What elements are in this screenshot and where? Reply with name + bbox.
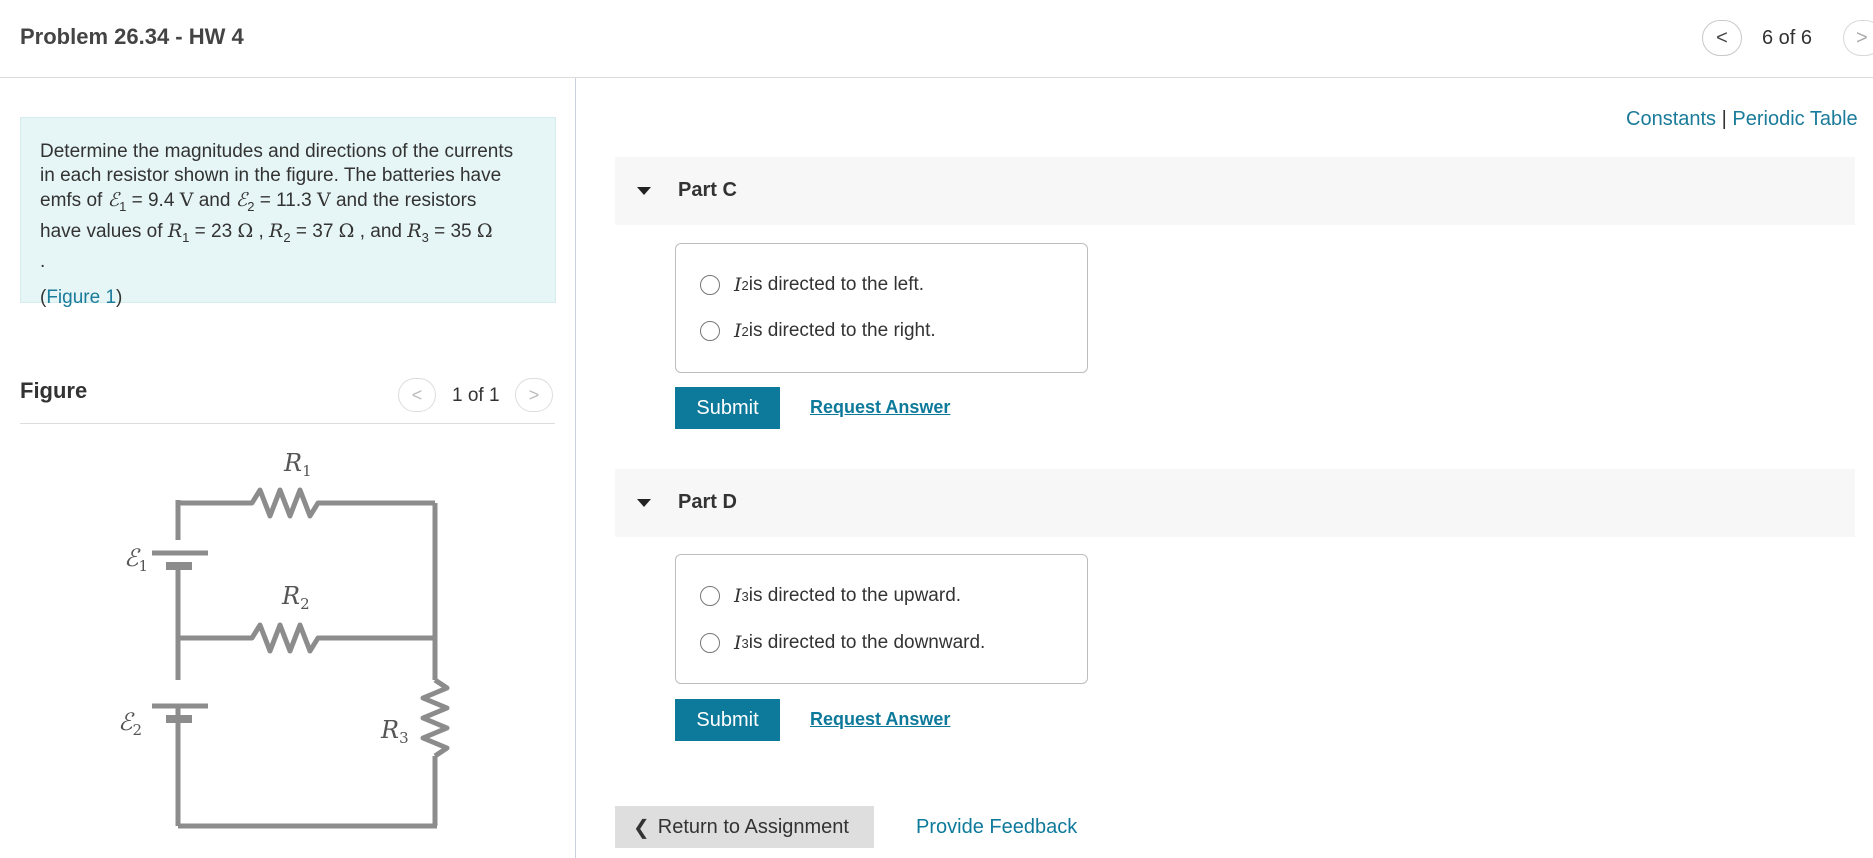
volt-unit-1: V xyxy=(179,189,194,211)
collapse-caret-icon xyxy=(637,499,651,507)
label-e2: ℰ2 xyxy=(118,708,142,739)
periodic-table-link[interactable]: Periodic Table xyxy=(1732,108,1857,130)
part-d-request-answer-link[interactable]: Request Answer xyxy=(810,709,950,730)
chevron-right-icon: > xyxy=(1856,26,1868,49)
r1-value: = 23 xyxy=(189,220,238,242)
emf-1-value: = 9.4 xyxy=(126,190,180,211)
current-symbol: I xyxy=(734,632,742,654)
part-d-header[interactable]: Part D xyxy=(615,469,1855,537)
ohm-unit-2: Ω xyxy=(338,219,355,242)
label-e1: ℰ1 xyxy=(124,544,148,575)
problem-statement: Determine the magnitudes and directions … xyxy=(20,117,556,308)
option-text: is directed to the downward. xyxy=(748,632,986,653)
text-and-1: and xyxy=(193,190,236,211)
reference-links: Constants | Periodic Table xyxy=(1626,108,1858,131)
current-subscript: 3 xyxy=(741,635,749,651)
emf-2-value: = 11.3 xyxy=(254,190,317,211)
ohm-unit-1: Ω xyxy=(237,219,254,242)
current-subscript: 2 xyxy=(741,277,749,293)
text-have-values: have values of xyxy=(40,220,168,242)
links-separator: | xyxy=(1716,108,1733,130)
figure-next-button[interactable]: > xyxy=(515,378,553,412)
figure-prev-button[interactable]: < xyxy=(398,378,436,412)
chevron-left-icon: < xyxy=(411,384,423,405)
chevron-right-icon: > xyxy=(528,384,540,405)
emf-1-symbol: ℰ xyxy=(107,189,120,211)
part-c-label: Part C xyxy=(678,179,737,201)
resistor-r2 xyxy=(178,622,435,654)
figure-divider xyxy=(20,423,555,424)
current-subscript: 2 xyxy=(741,323,749,339)
collapse-caret-icon xyxy=(637,187,651,195)
radio-button[interactable] xyxy=(700,586,720,606)
r1-symbol: R xyxy=(167,219,183,242)
figure-1-link[interactable]: Figure 1 xyxy=(46,287,116,308)
page-title: Problem 26.34 - HW 4 xyxy=(20,24,244,49)
chevron-left-icon: < xyxy=(1716,26,1728,49)
option-text: is directed to the left. xyxy=(748,274,925,295)
problem-line-1: Determine the magnitudes and directions … xyxy=(40,141,514,162)
figure-reference: (Figure 1) xyxy=(40,286,536,310)
text-and-resistors: and the resistors xyxy=(330,190,477,211)
volt-unit-2: V xyxy=(316,189,331,211)
header-bar: Problem 26.34 - HW 4 < 6 of 6 > xyxy=(0,0,1873,78)
current-symbol: I xyxy=(734,320,742,342)
part-c-submit-button[interactable]: Submit xyxy=(675,387,780,429)
part-c-option-left[interactable]: I2 is directed to the left. xyxy=(700,274,924,296)
column-divider xyxy=(575,78,576,858)
resistor-r1 xyxy=(178,487,435,519)
next-problem-button[interactable]: > xyxy=(1843,20,1873,56)
text-emfs-of: emfs of xyxy=(40,190,108,211)
problem-line-4: have values of R1 = 23 Ω , R2 = 37 Ω , a… xyxy=(40,219,536,250)
option-text: is directed to the right. xyxy=(748,320,936,341)
part-c-request-answer-link[interactable]: Request Answer xyxy=(810,397,950,418)
label-r2: R2 xyxy=(281,582,310,613)
provide-feedback-link[interactable]: Provide Feedback xyxy=(916,816,1077,839)
current-subscript: 3 xyxy=(741,588,749,604)
figure-paren-close: ) xyxy=(116,286,123,308)
part-c-header[interactable]: Part C xyxy=(615,157,1855,225)
text-and-2: , and xyxy=(354,220,408,242)
part-d-submit-button[interactable]: Submit xyxy=(675,699,780,741)
r3-value: = 35 xyxy=(428,220,477,242)
circuit-diagram: R1 R2 R3 ℰ1 ℰ2 xyxy=(118,449,450,829)
current-symbol: I xyxy=(734,585,742,607)
prev-problem-button[interactable]: < xyxy=(1702,20,1742,56)
problem-position: 6 of 6 xyxy=(1762,27,1813,49)
figure-heading: Figure xyxy=(20,378,88,403)
problem-period: . xyxy=(40,250,46,272)
r3-subscript: 3 xyxy=(421,229,429,245)
radio-button[interactable] xyxy=(700,321,720,341)
part-c-option-right[interactable]: I2 is directed to the right. xyxy=(700,320,936,342)
resistor-r3 xyxy=(420,677,450,759)
radio-button[interactable] xyxy=(700,275,720,295)
return-label: Return to Assignment xyxy=(657,815,849,838)
text-comma: , xyxy=(253,220,270,242)
option-text: is directed to the upward. xyxy=(748,585,962,606)
label-r3: R3 xyxy=(380,716,409,747)
chevron-left-icon: ❮ xyxy=(633,816,650,839)
problem-line-3: emfs of ℰ1 = 9.4 V and ℰ2 = 11.3 V and t… xyxy=(40,188,536,219)
emf-2-symbol: ℰ xyxy=(235,189,248,211)
radio-button[interactable] xyxy=(700,633,720,653)
part-d-option-upward[interactable]: I3 is directed to the upward. xyxy=(700,585,961,607)
part-d-label: Part D xyxy=(678,491,737,513)
part-d-option-downward[interactable]: I3 is directed to the downward. xyxy=(700,632,985,654)
r3-symbol: R xyxy=(407,219,422,242)
r2-value: = 37 xyxy=(290,220,339,242)
ohm-unit-3: Ω xyxy=(476,219,493,242)
r2-symbol: R xyxy=(269,219,284,242)
figure-count: 1 of 1 xyxy=(452,385,500,406)
constants-link[interactable]: Constants xyxy=(1626,108,1716,130)
problem-line-2: in each resistor shown in the figure. Th… xyxy=(40,165,502,186)
return-to-assignment-button[interactable]: ❮ Return to Assignment xyxy=(615,806,874,848)
battery-e1 xyxy=(152,550,208,570)
r2-subscript: 2 xyxy=(283,229,291,245)
part-c-options: I2 is directed to the left. I2 is direct… xyxy=(675,243,1088,373)
current-symbol: I xyxy=(734,274,742,296)
label-r1: R1 xyxy=(283,449,312,480)
part-d-options: I3 is directed to the upward. I3 is dire… xyxy=(675,554,1088,684)
